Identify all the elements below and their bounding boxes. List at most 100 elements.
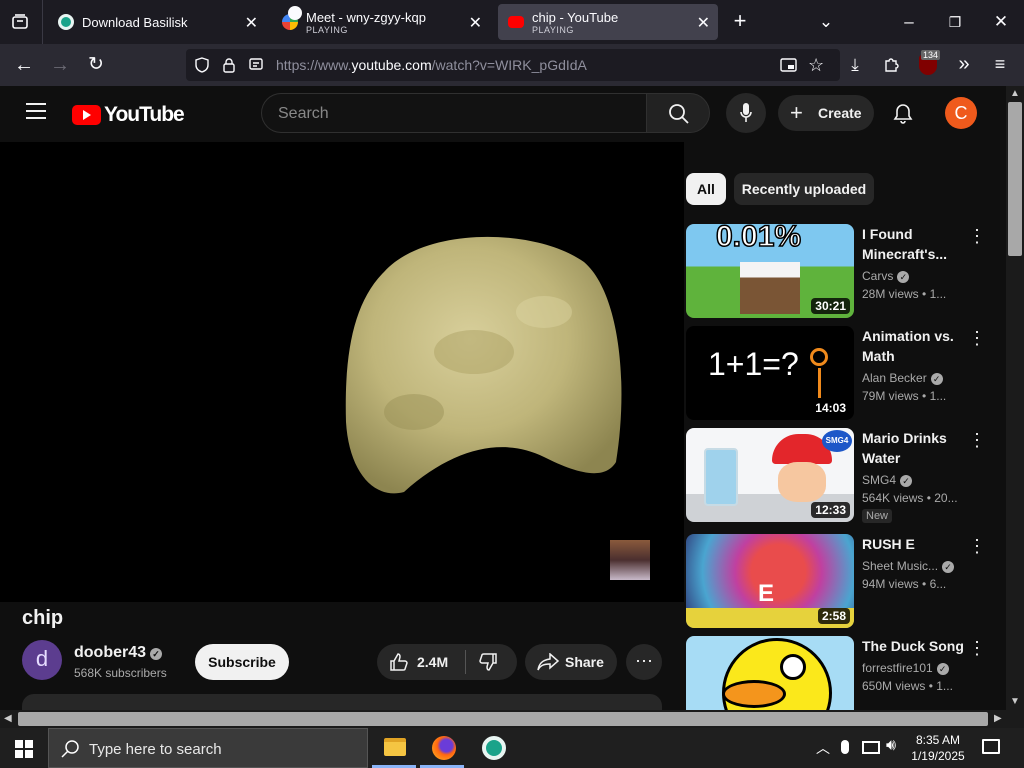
plus-icon: + (790, 100, 803, 125)
speaker-icon[interactable] (288, 6, 302, 20)
recommended-channel[interactable]: Carvs ✓ (862, 269, 910, 283)
reload-icon[interactable]: ↻ (84, 55, 108, 75)
recommended-channel[interactable]: forrestfire101 ✓ (862, 661, 949, 675)
clock[interactable]: 8:35 AM 1/19/2025 (906, 732, 970, 764)
tab-meet[interactable]: Meet - wny-zgyy-kqp PLAYING ✕ (272, 4, 490, 40)
scroll-right-icon[interactable]: ▶ (994, 713, 1002, 724)
lock-icon[interactable] (222, 57, 236, 78)
filter-chip-all[interactable]: All (686, 173, 726, 205)
video-thumbnail[interactable]: E 2:58 (686, 534, 854, 628)
show-hidden-icons-icon[interactable]: ︿ (816, 738, 830, 758)
back-arrow-icon[interactable]: ← (12, 55, 36, 75)
more-vertical-icon[interactable]: ⋮ (968, 226, 986, 247)
channel-avatar[interactable]: d (22, 640, 62, 680)
channel-watermark[interactable] (610, 540, 650, 580)
overflow-chevrons-icon[interactable]: » (952, 54, 976, 74)
recommended-title[interactable]: I Found Minecraft's... (862, 224, 958, 264)
list-tabs-chevron-icon[interactable]: ⌄ (814, 12, 838, 32)
recommended-title[interactable]: The Duck Song (862, 636, 966, 656)
file-explorer-icon[interactable] (384, 738, 406, 756)
extensions-puzzle-icon[interactable] (880, 55, 904, 78)
potato-chip-image (345, 236, 622, 494)
volume-icon[interactable]: 🔊︎ (886, 737, 896, 755)
vertical-scrollbar[interactable]: ▲ ▼ (1006, 86, 1024, 710)
recommended-channel[interactable]: Sheet Music... ✓ (862, 559, 955, 573)
recommended-channel[interactable]: Alan Becker ✓ (862, 371, 943, 385)
more-vertical-icon[interactable]: ⋮ (968, 328, 986, 349)
more-actions-button[interactable]: ⋯ (626, 644, 662, 680)
scroll-down-icon[interactable]: ▼ (1010, 696, 1020, 707)
shield-icon[interactable] (194, 57, 210, 78)
extension-badge: 134 (921, 50, 941, 60)
taskbar-search-placeholder: Type here to search (89, 741, 222, 758)
notification-center-icon[interactable] (982, 739, 1000, 754)
description-box[interactable] (22, 694, 662, 710)
create-button[interactable]: + Create (778, 95, 874, 131)
recommended-video[interactable]: SMG4 12:33 Mario Drinks Water SMG4 ✓ 564K… (686, 428, 1006, 523)
video-thumbnail[interactable] (686, 636, 854, 710)
more-vertical-icon[interactable]: ⋮ (968, 638, 986, 659)
recommended-channel[interactable]: SMG4 ✓ (862, 473, 913, 487)
tab-download-basilisk[interactable]: Download Basilisk ✕ (48, 4, 266, 40)
duration-badge: 14:03 (811, 400, 850, 416)
close-icon[interactable]: ✕ (245, 13, 258, 33)
search-icon (669, 104, 689, 129)
search-button[interactable] (646, 93, 710, 133)
close-icon[interactable]: ✕ (697, 13, 710, 33)
url-bar[interactable]: https://www.youtube.com/watch?v=WIRK_pGd… (186, 49, 840, 81)
vertical-scroll-thumb[interactable] (1008, 102, 1022, 256)
horizontal-scroll-thumb[interactable] (18, 712, 988, 726)
forward-arrow-icon[interactable]: → (48, 55, 72, 75)
video-thumbnail[interactable]: 1+1=? 14:03 (686, 326, 854, 420)
new-tab-icon[interactable]: + (728, 10, 752, 32)
youtube-logo[interactable]: YouTube (72, 103, 185, 127)
close-icon[interactable]: ✕ (469, 13, 482, 33)
more-vertical-icon[interactable]: ⋮ (968, 430, 986, 451)
guide-menu-icon[interactable] (26, 102, 46, 125)
share-button[interactable]: Share (525, 644, 617, 680)
dislike-button[interactable] (466, 644, 517, 680)
scroll-left-icon[interactable]: ◀ (4, 713, 12, 724)
video-player[interactable] (0, 142, 684, 602)
bookmark-star-icon[interactable]: ☆ (808, 55, 824, 76)
search-input[interactable]: Search (261, 93, 646, 133)
recommended-title[interactable]: Animation vs. Math (862, 326, 962, 366)
window-close-icon[interactable]: ✕ (989, 12, 1013, 32)
permissions-icon[interactable] (248, 57, 264, 78)
microphone-tray-icon[interactable] (841, 740, 849, 754)
more-vertical-icon[interactable]: ⋮ (968, 536, 986, 557)
recommended-title[interactable]: RUSH E (862, 534, 958, 554)
notifications-bell-icon[interactable] (893, 103, 913, 130)
taskbar-search-input[interactable]: Type here to search (48, 728, 368, 768)
tab-overview-icon[interactable] (10, 12, 30, 32)
restore-icon[interactable]: ❐ (943, 12, 967, 32)
horizontal-scrollbar[interactable]: ◀ ▶ (0, 710, 1024, 728)
verified-icon: ✓ (936, 663, 949, 675)
recommended-video[interactable]: 0.01% 30:21 I Found Minecraft's... Carvs… (686, 224, 1006, 318)
taskbar-search-icon (61, 740, 79, 763)
subscribe-button[interactable]: Subscribe (195, 644, 289, 680)
basilisk-taskbar-icon[interactable] (482, 736, 506, 760)
minimize-icon[interactable]: – (897, 12, 921, 32)
downloads-icon[interactable]: ⤓ (843, 55, 867, 75)
recommended-video[interactable]: 1+1=? 14:03 Animation vs. Math Alan Beck… (686, 326, 1006, 420)
video-thumbnail[interactable]: 0.01% 30:21 (686, 224, 854, 318)
filter-chip-recently-uploaded[interactable]: Recently uploaded (734, 173, 874, 205)
windows-start-icon[interactable] (15, 740, 33, 763)
recommended-title[interactable]: Mario Drinks Water (862, 428, 958, 468)
scroll-up-icon[interactable]: ▲ (1010, 88, 1020, 99)
recommended-video[interactable]: The Duck Song forrestfire101 ✓ 650M views… (686, 636, 1006, 710)
tab-title: Download Basilisk (82, 14, 188, 30)
channel-name[interactable]: doober43 ✓ (74, 644, 163, 662)
account-avatar[interactable]: C (945, 97, 977, 129)
tab-chip-youtube[interactable]: chip - YouTube PLAYING ✕ (498, 4, 718, 40)
url-text[interactable]: https://www.youtube.com/watch?v=WIRK_pGd… (276, 57, 587, 73)
video-thumbnail[interactable]: SMG4 12:33 (686, 428, 854, 522)
picture-in-picture-icon[interactable] (780, 57, 797, 78)
network-icon[interactable] (862, 741, 880, 754)
voice-search-button[interactable] (726, 93, 766, 133)
firefox-icon[interactable] (432, 736, 456, 760)
recommended-video[interactable]: E 2:58 RUSH E Sheet Music... ✓ 94M views … (686, 534, 1006, 628)
app-menu-icon[interactable]: ≡ (988, 54, 1012, 74)
like-button[interactable]: 2.4M (377, 644, 465, 680)
